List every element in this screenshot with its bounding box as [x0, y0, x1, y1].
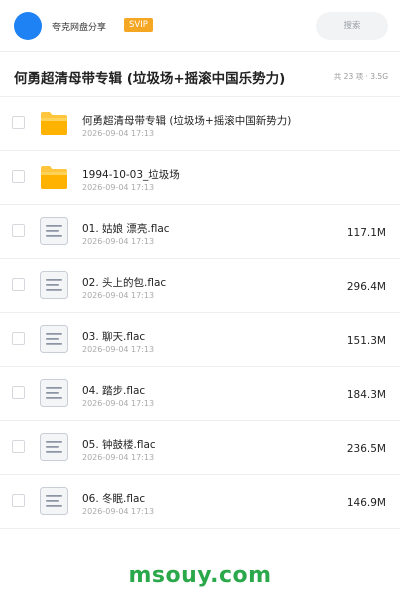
list-item[interactable]: 06. 冬眠.flac 2026-09-04 17:13 146.9M	[0, 475, 400, 529]
file-size: 117.1M	[346, 227, 386, 239]
select-checkbox[interactable]	[12, 278, 25, 291]
file-date: 2026-09-04 17:13	[82, 291, 155, 300]
svip-badge: SVIP	[124, 18, 153, 32]
list-item[interactable]: 02. 头上的包.flac 2026-09-04 17:13 296.4M	[0, 259, 400, 313]
folder-summary: 共 23 项 · 3.5G	[333, 72, 388, 81]
document-icon	[40, 271, 68, 299]
folder-icon	[41, 112, 67, 135]
file-date: 2026-09-04 17:13	[82, 129, 155, 138]
file-name: 何勇超清母带专辑 (垃圾场+摇滚中国新势力)	[82, 115, 292, 127]
file-list: 何勇超清母带专辑 (垃圾场+摇滚中国新势力) 2026-09-04 17:13 …	[0, 97, 400, 529]
folder-icon	[41, 166, 67, 189]
file-size: 184.3M	[346, 389, 386, 401]
file-name: 06. 冬眠.flac	[82, 493, 146, 505]
file-name: 03. 聊天.flac	[82, 331, 146, 343]
list-item[interactable]: 03. 聊天.flac 2026-09-04 17:13 151.3M	[0, 313, 400, 367]
file-name: 04. 踏步.flac	[82, 385, 146, 397]
select-checkbox[interactable]	[12, 332, 25, 345]
file-date: 2026-09-04 17:13	[82, 345, 155, 354]
document-icon	[40, 487, 68, 515]
site-watermark: msouy.com	[128, 563, 272, 588]
file-size: 146.9M	[346, 497, 386, 509]
page-title: 何勇超清母带专辑 (垃圾场+摇滚中国乐势力)	[14, 71, 286, 87]
document-icon	[40, 379, 68, 407]
select-checkbox[interactable]	[12, 494, 25, 507]
file-date: 2026-09-04 17:13	[82, 507, 155, 516]
file-date: 2026-09-04 17:13	[82, 183, 155, 192]
select-checkbox[interactable]	[12, 170, 25, 183]
folder-title-bar: 何勇超清母带专辑 (垃圾场+摇滚中国乐势力) 共 23 项 · 3.5G	[0, 53, 400, 97]
document-icon	[40, 217, 68, 245]
file-name: 01. 姑娘 漂亮.flac	[82, 223, 170, 235]
select-checkbox[interactable]	[12, 440, 25, 453]
file-date: 2026-09-04 17:13	[82, 453, 155, 462]
select-checkbox[interactable]	[12, 116, 25, 129]
list-item[interactable]: 何勇超清母带专辑 (垃圾场+摇滚中国新势力) 2026-09-04 17:13	[0, 97, 400, 151]
list-item[interactable]: 05. 钟鼓楼.flac 2026-09-04 17:13 236.5M	[0, 421, 400, 475]
list-item[interactable]: 1994-10-03_垃圾场 2026-09-04 17:13	[0, 151, 400, 205]
file-size: 236.5M	[346, 443, 386, 455]
header-bar: 夸克网盘分享 SVIP 搜索	[0, 0, 400, 52]
select-checkbox[interactable]	[12, 386, 25, 399]
select-checkbox[interactable]	[12, 224, 25, 237]
avatar[interactable]	[14, 12, 42, 40]
file-name: 05. 钟鼓楼.flac	[82, 439, 156, 451]
file-name: 1994-10-03_垃圾场	[82, 169, 180, 181]
app-title: 夸克网盘分享	[52, 23, 107, 33]
search-button[interactable]: 搜索	[316, 12, 388, 40]
list-item[interactable]: 01. 姑娘 漂亮.flac 2026-09-04 17:13 117.1M	[0, 205, 400, 259]
file-name: 02. 头上的包.flac	[82, 277, 167, 289]
list-item[interactable]: 04. 踏步.flac 2026-09-04 17:13 184.3M	[0, 367, 400, 421]
file-size: 296.4M	[346, 281, 386, 293]
file-size: 151.3M	[346, 335, 386, 347]
file-date: 2026-09-04 17:13	[82, 237, 155, 246]
document-icon	[40, 325, 68, 353]
file-date: 2026-09-04 17:13	[82, 399, 155, 408]
document-icon	[40, 433, 68, 461]
